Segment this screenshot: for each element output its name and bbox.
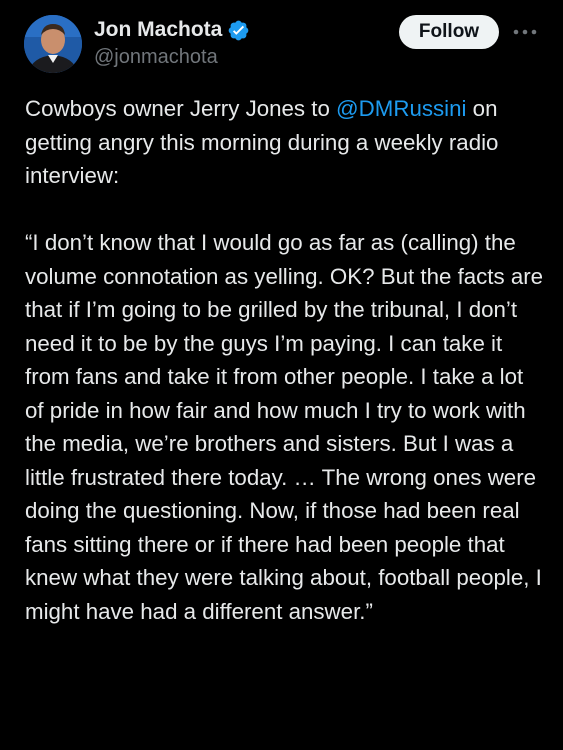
more-options-button[interactable] xyxy=(510,20,540,44)
tweet-quote-paragraph: “I don’t know that I would go as far as … xyxy=(25,230,544,624)
tweet-header: Jon Machota @jonmachota Follow xyxy=(0,0,563,90)
tweet-intro-paragraph: Cowboys owner Jerry Jones to @DMRussini … xyxy=(25,92,545,193)
tweet-text: Cowboys owner Jerry Jones to @DMRussini … xyxy=(25,92,545,628)
mention-link[interactable]: @DMRussini xyxy=(336,96,466,121)
profile-photo xyxy=(24,15,82,73)
author-display-name[interactable]: Jon Machota xyxy=(94,18,222,42)
intro-text-before-mention: Cowboys owner Jerry Jones to xyxy=(25,96,337,121)
author-handle[interactable]: @jonmachota xyxy=(94,46,218,69)
more-horizontal-icon xyxy=(513,29,537,35)
author-name-row: Jon Machota xyxy=(94,15,250,45)
avatar[interactable] xyxy=(24,15,82,73)
verified-badge-icon xyxy=(227,19,250,42)
follow-button[interactable]: Follow xyxy=(399,15,499,49)
